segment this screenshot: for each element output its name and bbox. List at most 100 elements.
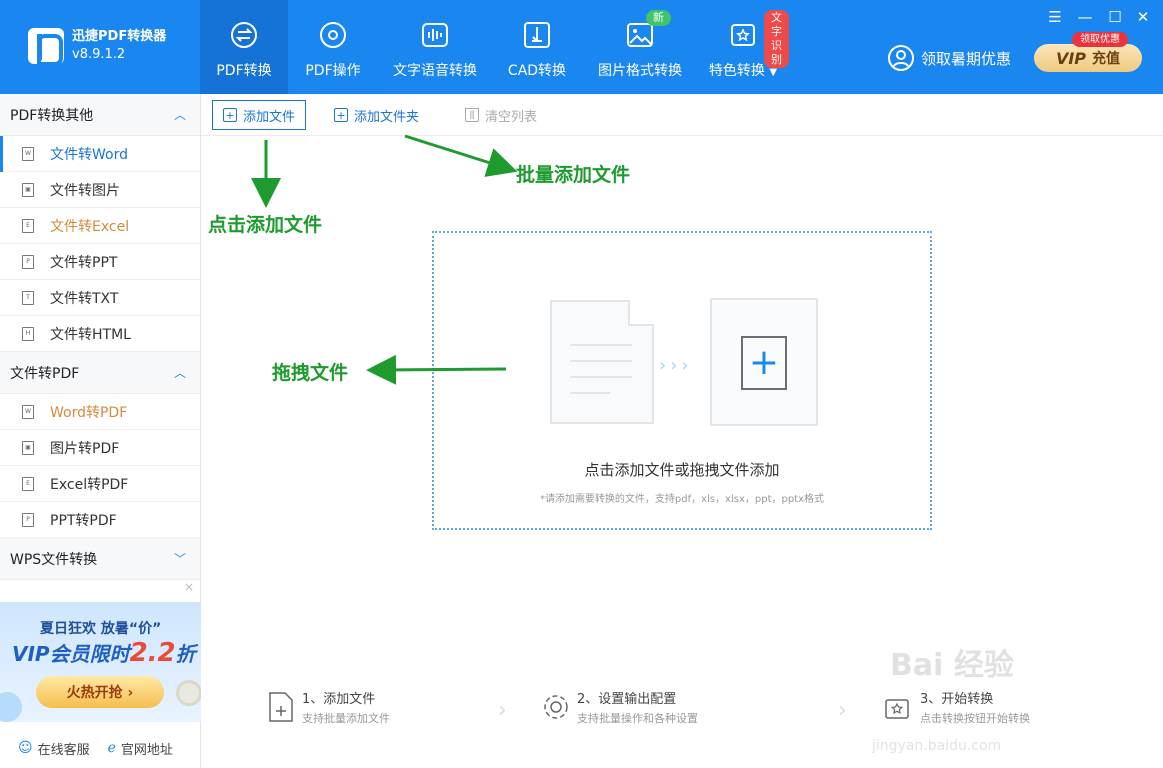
group-title: WPS文件转换	[10, 551, 98, 568]
group-title: 文件转PDF	[10, 365, 80, 382]
ad-close-button[interactable]: ×	[184, 580, 194, 594]
group-pdf-convert-other[interactable]: PDF转换其他 ︿	[0, 94, 200, 136]
sidebar-item-file-to-html[interactable]: H 文件转HTML	[0, 316, 200, 352]
step-separator-icon: ›	[498, 698, 507, 723]
website-link[interactable]: ℯ 官网地址	[108, 739, 173, 758]
annotation-click-add: 点击添加文件	[208, 214, 323, 236]
summer-promo-link[interactable]: 领取暑期优惠	[887, 44, 1011, 72]
promo-label: 领取暑期优惠	[921, 49, 1012, 68]
watermark: Bai 经验	[890, 648, 1014, 683]
add-file-icon: +	[223, 108, 237, 122]
step-add-file: 1、添加文件 支持批量添加文件	[266, 690, 390, 728]
decoration	[176, 680, 201, 706]
tab-label: PDF操作	[305, 63, 361, 79]
brand: 迅捷PDF转换器 v8.9.1.2	[28, 28, 166, 66]
vip-discount-tag: 领取优惠	[1072, 32, 1128, 47]
headset-icon: ☺	[18, 740, 33, 756]
online-service-link[interactable]: ☺ 在线客服	[18, 739, 90, 758]
file-drop-zone[interactable]: ››› + 点击添加文件或拖拽文件添加 *请添加需要转换的文件，支持pdf，xl…	[432, 231, 932, 530]
sidebar-item-label: PPT转PDF	[50, 512, 117, 529]
main-nav: PDF转换 PDF操作 文字语音转换 CAD转换 新 图片格式转换 文字识别 特…	[200, 0, 789, 94]
excel-file-icon: E	[22, 218, 34, 233]
group-title: PDF转换其他	[10, 107, 94, 124]
step-desc: 支持批量添加文件	[302, 712, 390, 725]
sidebar-item-file-to-image[interactable]: ▣ 文件转图片	[0, 172, 200, 208]
sidebar-item-word-to-pdf[interactable]: W Word转PDF	[0, 394, 200, 430]
settings-icon	[318, 20, 348, 50]
group-wps-convert[interactable]: WPS文件转换 ﹀	[0, 538, 200, 580]
sidebar-item-label: 文件转TXT	[50, 290, 119, 307]
link-label: 官网地址	[120, 742, 173, 758]
chevron-up-icon: ︿	[173, 108, 186, 122]
arrows-icon: ›››	[659, 355, 693, 376]
convert-start-icon	[884, 690, 914, 724]
tab-special-convert[interactable]: 文字识别 特色转换 ▼	[698, 0, 789, 94]
add-target-icon: +	[710, 298, 818, 426]
watermark-url: jingyan.baidu.com	[872, 738, 1002, 754]
vip-label: VIP	[1055, 48, 1087, 68]
tab-cad-convert[interactable]: CAD转换	[492, 0, 582, 94]
word-file-icon: W	[22, 404, 34, 419]
sidebar-item-label: Excel转PDF	[50, 476, 129, 493]
button-label: 添加文件	[243, 109, 296, 125]
step-separator-icon: ›	[838, 698, 847, 723]
sidebar-item-image-to-pdf[interactable]: ▣ 图片转PDF	[0, 430, 200, 466]
drop-zone-title: 点击添加文件或拖拽文件添加	[584, 461, 780, 479]
step-title: 1、添加文件	[302, 692, 376, 707]
txt-file-icon: T	[22, 290, 34, 305]
ad-headline: 夏日狂欢 放暑“价”	[40, 621, 162, 637]
maximize-button[interactable]: ☐	[1104, 8, 1126, 26]
excel-file-icon: E	[22, 476, 34, 491]
menu-button[interactable]: ☰	[1044, 8, 1066, 26]
sidebar-item-label: 文件转PPT	[50, 254, 118, 271]
ad-cta-button[interactable]: 火热开抢 ›	[36, 676, 164, 708]
group-file-to-pdf[interactable]: 文件转PDF ︿	[0, 352, 200, 394]
document-illustration-icon	[550, 300, 654, 424]
sidebar-item-label: 图片转PDF	[50, 440, 120, 457]
special-icon	[728, 20, 758, 50]
clear-list-button[interactable]: ⦀ 清空列表	[465, 100, 537, 130]
tab-label: 图片格式转换	[598, 63, 682, 79]
promo-banner[interactable]: 夏日狂欢 放暑“价” VIP会员限时2.2折 火热开抢 ›	[0, 602, 201, 722]
audio-wave-icon	[420, 20, 450, 50]
tab-pdf-convert[interactable]: PDF转换	[200, 0, 288, 94]
add-folder-icon: +	[334, 108, 348, 122]
sidebar-item-ppt-to-pdf[interactable]: P PPT转PDF	[0, 502, 200, 538]
plus-icon: +	[741, 336, 787, 390]
sidebar-item-file-to-excel[interactable]: E 文件转Excel	[0, 208, 200, 244]
new-badge: 新	[646, 10, 671, 26]
browser-icon: ℯ	[107, 740, 116, 756]
sidebar-item-file-to-txt[interactable]: T 文件转TXT	[0, 280, 200, 316]
sidebar-item-label: 文件转HTML	[50, 326, 131, 343]
user-icon	[888, 45, 914, 71]
close-button[interactable]: ✕	[1132, 8, 1154, 26]
arrow-to-batch-add	[404, 134, 518, 177]
step-output-settings: 2、设置输出配置 支持批量操作和各种设置	[541, 690, 698, 728]
step-desc: 点击转换按钮开始转换	[920, 712, 1030, 725]
sidebar-item-label: 文件转Excel	[50, 218, 130, 235]
sidebar-item-file-to-word[interactable]: W 文件转Word	[0, 136, 200, 172]
decoration	[0, 692, 22, 722]
button-label: 添加文件夹	[354, 109, 420, 125]
add-file-button[interactable]: + 添加文件	[212, 100, 307, 130]
ppt-file-icon: P	[22, 254, 34, 269]
annotation-drag: 拖拽文件	[272, 362, 349, 384]
tab-pdf-operations[interactable]: PDF操作	[288, 0, 378, 94]
gear-icon	[541, 690, 571, 724]
file-toolbar: + 添加文件 + 添加文件夹 ⦀ 清空列表	[201, 94, 1163, 136]
sidebar-item-excel-to-pdf[interactable]: E Excel转PDF	[0, 466, 200, 502]
app-version: v8.9.1.2	[72, 47, 126, 62]
vip-recharge-button[interactable]: VIP 充值	[1034, 44, 1142, 72]
add-folder-button[interactable]: + 添加文件夹	[334, 100, 419, 130]
tab-label: CAD转换	[507, 63, 567, 79]
chevron-down-icon: ﹀	[173, 552, 186, 566]
sidebar-item-label: 文件转Word	[50, 146, 128, 163]
tab-image-format[interactable]: 新 图片格式转换	[582, 0, 698, 94]
tab-text-speech[interactable]: 文字语音转换	[378, 0, 492, 94]
minimize-button[interactable]: —	[1074, 8, 1096, 26]
sidebar-item-label: 文件转图片	[50, 182, 120, 199]
chevron-down-icon: ▼	[769, 67, 778, 78]
recharge-label: 充值	[1092, 51, 1121, 67]
step-title: 3、开始转换	[920, 692, 994, 707]
sidebar-item-file-to-ppt[interactable]: P 文件转PPT	[0, 244, 200, 280]
